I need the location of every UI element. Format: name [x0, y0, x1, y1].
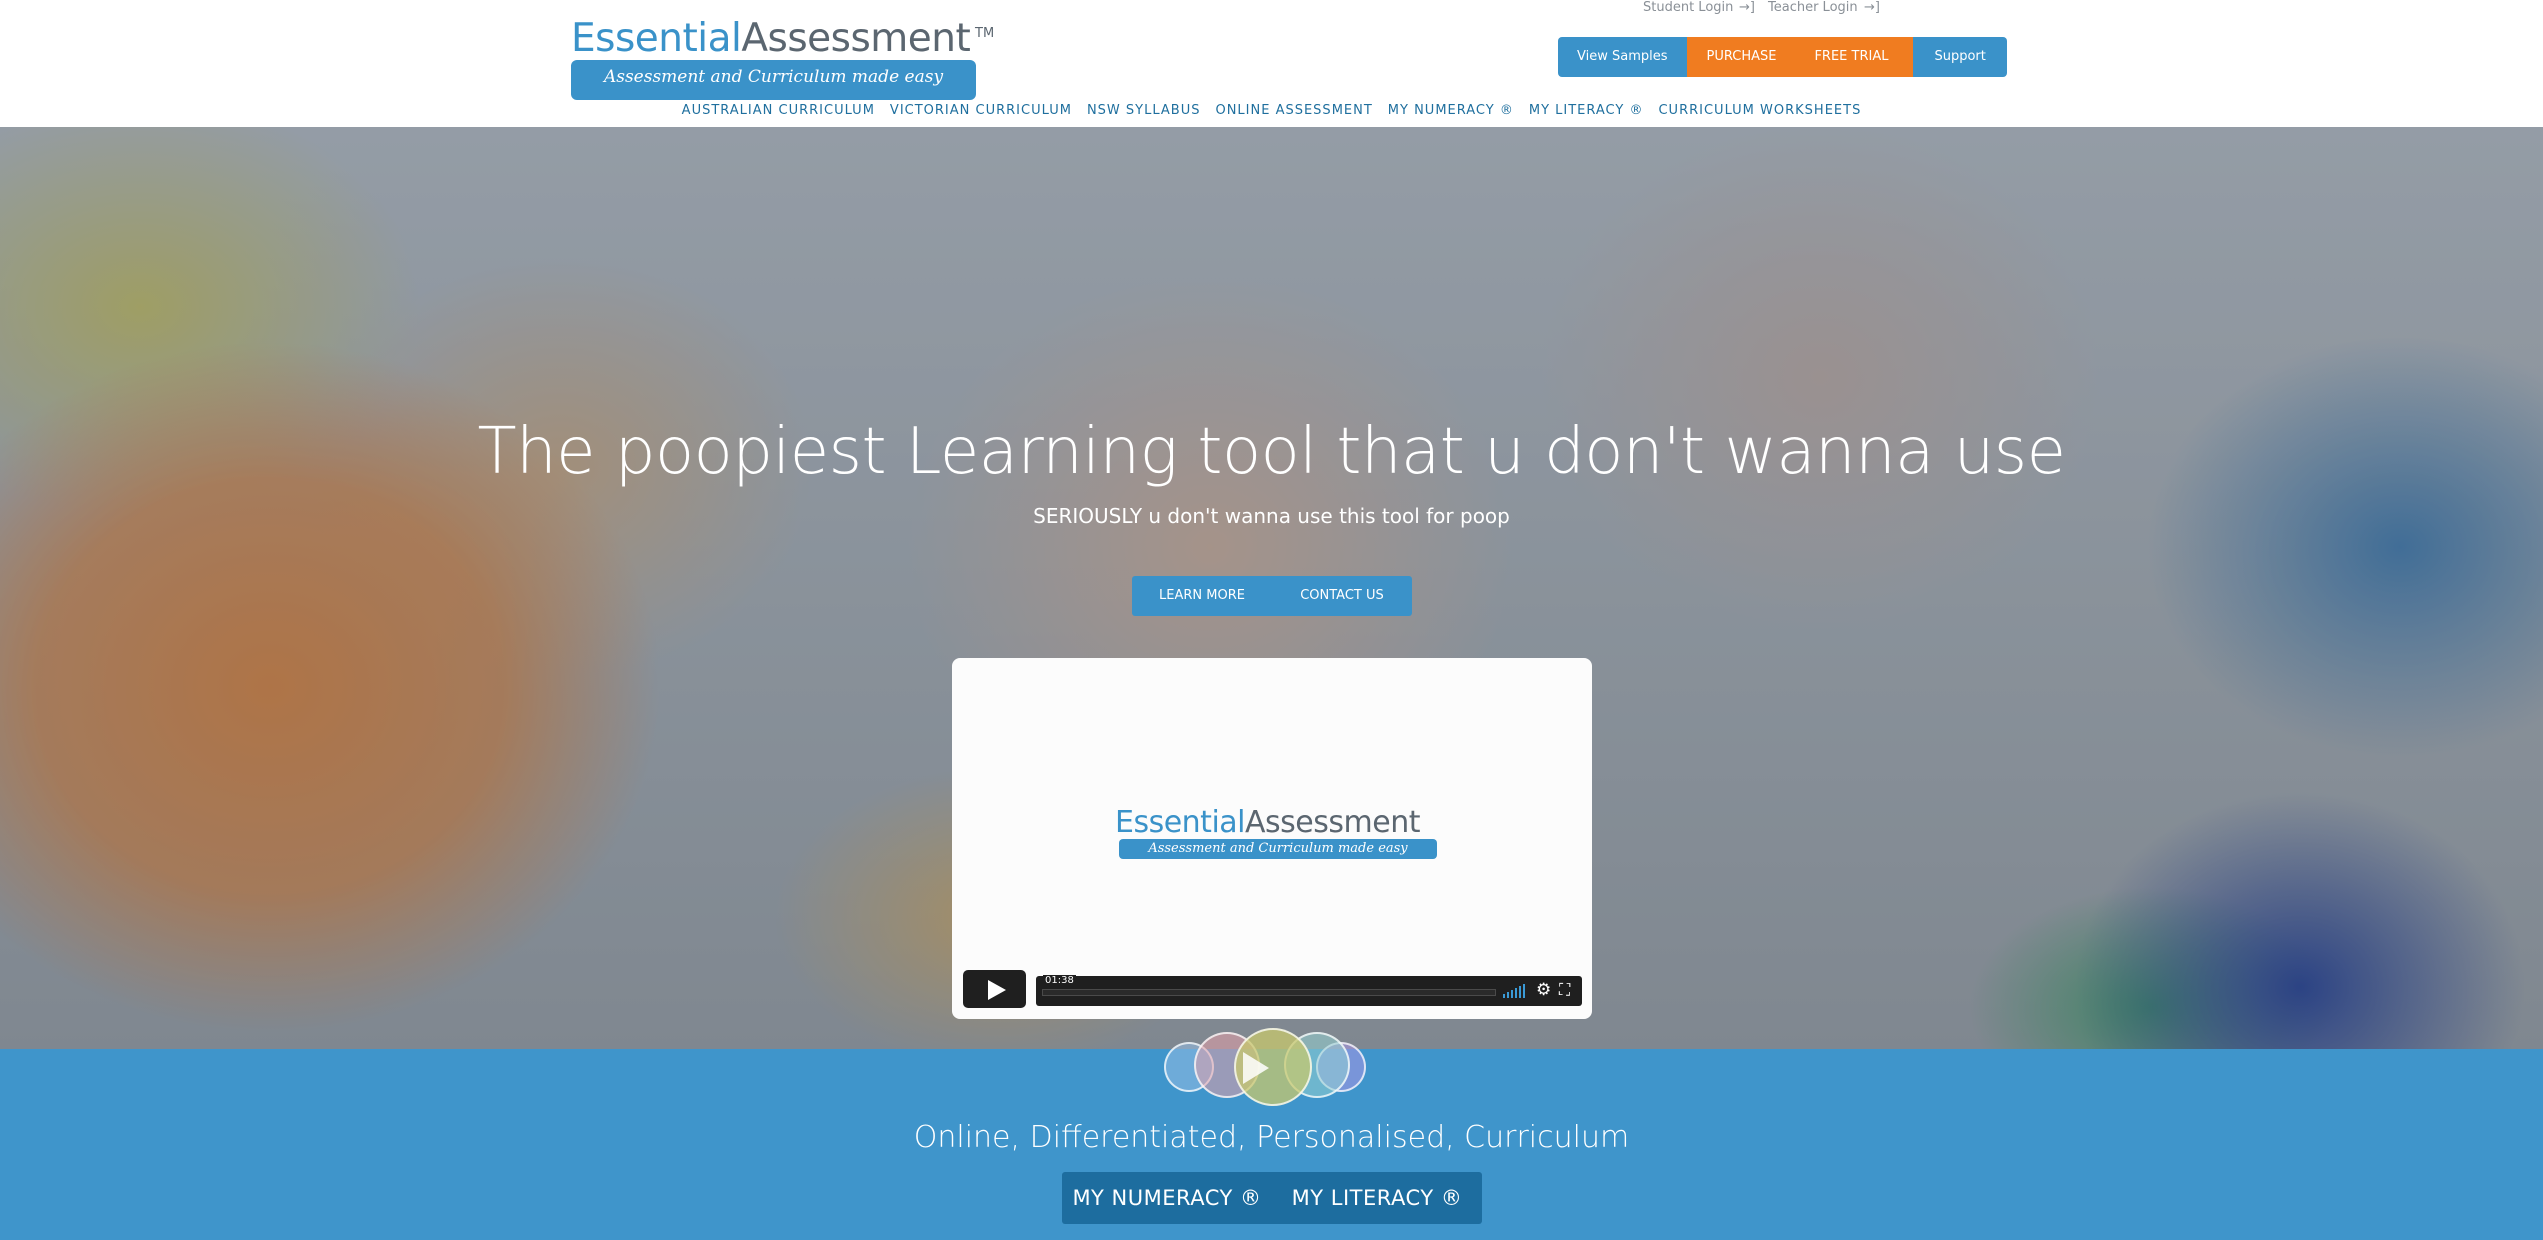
my-numeracy-button[interactable]: MY NUMERACY ® [1062, 1172, 1272, 1224]
nav-nsw-syllabus[interactable]: NSW SYLLABUS [1087, 100, 1201, 122]
video-controls: 01:38 ⚙ ⛶ [1036, 975, 1582, 1006]
video-logo: EssentialAssessment Assessment and Curri… [1115, 805, 1437, 859]
nav-curriculum-worksheets[interactable]: CURRICULUM WORKSHEETS [1658, 100, 1861, 122]
nav-online-assessment[interactable]: ONLINE ASSESSMENT [1215, 100, 1372, 122]
site-logo[interactable]: EssentialAssessment TM Assessment and Cu… [571, 16, 995, 100]
site-header: EssentialAssessment TM Assessment and Cu… [0, 0, 2543, 127]
hero-button-group: LEARN MORE CONTACT US [1132, 576, 1412, 616]
learn-more-button[interactable]: LEARN MORE [1132, 576, 1272, 616]
login-icon: →] [1739, 0, 1755, 15]
nav-my-literacy[interactable]: MY LITERACY ® [1529, 100, 1644, 122]
main-nav: AUSTRALIAN CURRICULUM VICTORIAN CURRICUL… [0, 100, 2543, 122]
logo-tagline: Assessment and Curriculum made easy [571, 60, 976, 100]
play-icon [988, 980, 1006, 1000]
logo-wordmark: EssentialAssessment [571, 16, 971, 61]
video-timecode: 01:38 [1043, 975, 1076, 986]
login-icon: →] [1864, 0, 1880, 15]
play-icon [1243, 1052, 1269, 1084]
video-logo-tagline: Assessment and Curriculum made easy [1119, 839, 1437, 859]
nav-australian-curriculum[interactable]: AUSTRALIAN CURRICULUM [682, 100, 875, 122]
hero-subtitle: SERIOUSLY u don't wanna use this tool fo… [1033, 504, 1510, 528]
contact-us-button[interactable]: CONTACT US [1272, 576, 1412, 616]
video-player[interactable]: EssentialAssessment Assessment and Curri… [952, 658, 1592, 1019]
view-samples-button[interactable]: View Samples [1558, 37, 1687, 77]
trademark-mark: TM [975, 26, 995, 41]
purchase-button[interactable]: PURCHASE [1686, 37, 1797, 77]
nav-my-numeracy[interactable]: MY NUMERACY ® [1388, 100, 1514, 122]
free-trial-button[interactable]: FREE TRIAL [1796, 37, 1914, 77]
nav-victorian-curriculum[interactable]: VICTORIAN CURRICULUM [890, 100, 1072, 122]
play-button[interactable] [963, 970, 1026, 1008]
settings-gear-icon[interactable]: ⚙ [1536, 980, 1551, 1000]
fullscreen-icon[interactable]: ⛶ [1559, 980, 1570, 1000]
product-button-group: MY NUMERACY ® MY LITERACY ® [1062, 1172, 1482, 1224]
band-title: Online, Differentiated, Personalised, Cu… [913, 1120, 1630, 1155]
student-login-link[interactable]: Student Login [1643, 0, 1733, 15]
overlapping-circles-play-icon[interactable] [1164, 1028, 1380, 1108]
video-progress-bar[interactable]: 01:38 [1042, 975, 1496, 996]
hero-title: The poopiest Learning tool that u don't … [477, 415, 2067, 489]
top-button-group: View Samples PURCHASE FREE TRIAL Support [1558, 37, 2007, 77]
my-literacy-button[interactable]: MY LITERACY ® [1272, 1172, 1482, 1224]
hero-section: The poopiest Learning tool that u don't … [0, 127, 2543, 1049]
teacher-login-link[interactable]: Teacher Login [1768, 0, 1858, 15]
support-button[interactable]: Support [1913, 37, 2007, 77]
video-logo-wordmark: EssentialAssessment [1115, 805, 1420, 840]
volume-icon[interactable] [1503, 984, 1527, 998]
